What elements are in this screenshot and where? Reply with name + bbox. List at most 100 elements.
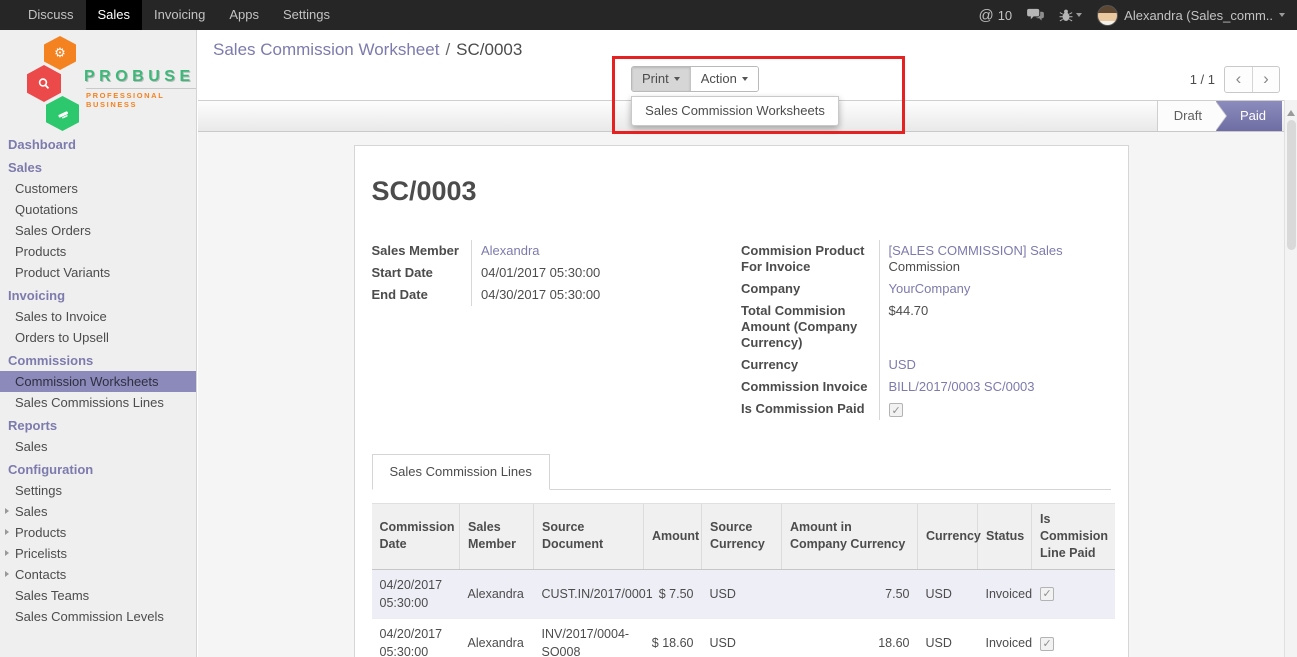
pager-buttons: ‹ › [1224, 66, 1280, 93]
toolbar-buttons: Print Action [631, 66, 759, 92]
commission-product-link[interactable]: [SALES COMMISSION] Sales [889, 243, 1063, 258]
user-menu[interactable]: Alexandra (Sales_comm.. [1097, 5, 1285, 26]
sidebar-header-commissions[interactable]: Commissions [0, 348, 196, 371]
magnifier-icon [36, 76, 52, 92]
scroll-up-arrow-icon[interactable] [1287, 110, 1295, 116]
header-status[interactable]: Status [978, 504, 1032, 570]
header-source-document[interactable]: Source Document [534, 504, 644, 570]
sidebar-item-contacts[interactable]: Contacts [0, 564, 196, 585]
menu-sales[interactable]: Sales [86, 0, 143, 30]
dropdown-item-sales-commission-worksheets[interactable]: Sales Commission Worksheets [632, 97, 838, 125]
sidebar-header-sales[interactable]: Sales [0, 155, 196, 178]
table-row[interactable]: 04/20/2017 05:30:00 Alexandra CUST.IN/20… [372, 569, 1115, 618]
end-date-value: 04/30/2017 05:30:00 [472, 284, 742, 306]
sidebar-item-config-products[interactable]: Products [0, 522, 196, 543]
sidebar-item-quotations[interactable]: Quotations [0, 199, 196, 220]
sidebar-item-sales-to-invoice[interactable]: Sales to Invoice [0, 306, 196, 327]
sidebar-item-pricelists[interactable]: Pricelists [0, 543, 196, 564]
line-paid-checkbox[interactable] [1040, 587, 1054, 601]
sidebar-header-invoicing[interactable]: Invoicing [0, 283, 196, 306]
status-draft[interactable]: Draft [1157, 101, 1216, 131]
field-column-left: Sales Member Alexandra Start Date 04/01/… [372, 240, 742, 420]
sidebar-item-sales-orders[interactable]: Sales Orders [0, 220, 196, 241]
field-column-right: Commision Product For Invoice [SALES COM… [741, 240, 1111, 420]
header-is-commission-line-paid[interactable]: Is Commision Line Paid [1032, 504, 1115, 570]
commission-invoice-link[interactable]: BILL/2017/0003 SC/0003 [889, 379, 1035, 394]
header-currency[interactable]: Currency [918, 504, 978, 570]
topbar: Discuss Sales Invoicing Apps Settings @ … [0, 0, 1297, 30]
cell-line-paid [1032, 569, 1115, 618]
field-label-commission-product: Commision Product For Invoice [741, 240, 879, 278]
commission-product-rest: Commission [889, 259, 961, 274]
sidebar-item-sales-teams[interactable]: Sales Teams [0, 585, 196, 606]
sidebar-item-commission-worksheets[interactable]: Commission Worksheets [0, 371, 196, 392]
print-button-label: Print [642, 67, 669, 91]
record-title: SC/0003 [372, 176, 1111, 207]
caret-down-icon [674, 77, 680, 81]
cell-sales-member: Alexandra [460, 618, 534, 657]
pager: 1 / 1 ‹ › [1190, 66, 1280, 93]
form-sheet: SC/0003 Sales Member Alexandra Start Dat… [354, 145, 1129, 657]
logo-hex-magnifier [27, 65, 61, 102]
menu-discuss[interactable]: Discuss [16, 0, 86, 30]
menu-apps[interactable]: Apps [217, 0, 271, 30]
cell-commission-date: 04/20/2017 05:30:00 [372, 569, 460, 618]
chat-button[interactable] [1027, 8, 1044, 22]
sidebar-item-sales-commission-levels[interactable]: Sales Commission Levels [0, 606, 196, 627]
table-row[interactable]: 04/20/2017 05:30:00 Alexandra INV/2017/0… [372, 618, 1115, 657]
header-sales-member[interactable]: Sales Member [460, 504, 534, 570]
sidebar-item-settings[interactable]: Settings [0, 480, 196, 501]
cell-source-document: INV/2017/0004-SO008 [534, 618, 644, 657]
caret-down-icon [1076, 13, 1082, 17]
field-label-start-date: Start Date [372, 262, 472, 284]
cell-commission-date: 04/20/2017 05:30:00 [372, 618, 460, 657]
sidebar-item-orders-to-upsell[interactable]: Orders to Upsell [0, 327, 196, 348]
header-amount-company-currency[interactable]: Amount in Company Currency [782, 504, 918, 570]
gear-icon: ⚙ [54, 45, 66, 61]
sidebar-header-reports[interactable]: Reports [0, 413, 196, 436]
total-commission-value: $44.70 [879, 300, 1111, 354]
tab-sales-commission-lines[interactable]: Sales Commission Lines [372, 454, 550, 490]
sidebar-item-dashboard[interactable]: Dashboard [0, 132, 196, 155]
field-label-commission-invoice: Commission Invoice [741, 376, 879, 398]
caret-down-icon [742, 77, 748, 81]
user-name: Alexandra (Sales_comm.. [1124, 8, 1273, 23]
sidebar-item-reports-sales[interactable]: Sales [0, 436, 196, 457]
statusbar: Draft Paid [1157, 101, 1282, 131]
vertical-scrollbar[interactable] [1284, 100, 1297, 657]
logo-hex-gears: ⚙ [44, 36, 76, 70]
breadcrumb-parent-link[interactable]: Sales Commission Worksheet [213, 40, 439, 59]
cell-status: Invoiced [978, 618, 1032, 657]
currency-link[interactable]: USD [889, 357, 916, 372]
sidebar-header-configuration[interactable]: Configuration [0, 457, 196, 480]
sidebar-item-customers[interactable]: Customers [0, 178, 196, 199]
sidebar-item-sales-commissions-lines[interactable]: Sales Commissions Lines [0, 392, 196, 413]
pager-value: 1 / 1 [1190, 72, 1215, 87]
header-source-currency[interactable]: Source Currency [702, 504, 782, 570]
cell-status: Invoiced [978, 569, 1032, 618]
sidebar-item-config-sales[interactable]: Sales [0, 501, 196, 522]
debug-menu[interactable] [1059, 8, 1082, 22]
company-logo: ⚙ PROBUSE PROFESSIONAL BUSINESS [0, 30, 196, 132]
cell-source-currency: USD [702, 618, 782, 657]
print-button[interactable]: Print [632, 67, 690, 91]
topbar-right: @ 10 Alexandra (Sales_comm.. [978, 0, 1297, 30]
menu-settings[interactable]: Settings [271, 0, 342, 30]
is-commission-paid-checkbox[interactable] [889, 403, 903, 417]
scrollbar-thumb[interactable] [1287, 120, 1296, 250]
sidebar-nav: Dashboard Sales Customers Quotations Sal… [0, 132, 196, 627]
company-link[interactable]: YourCompany [889, 281, 971, 296]
menu-invoicing[interactable]: Invoicing [142, 0, 217, 30]
tool-icon [55, 106, 71, 122]
header-amount[interactable]: Amount [644, 504, 702, 570]
pager-previous-button[interactable]: ‹ [1225, 67, 1252, 92]
header-commission-date[interactable]: Commission Date [372, 504, 460, 570]
breadcrumb-current: SC/0003 [456, 40, 522, 59]
sidebar-item-products[interactable]: Products [0, 241, 196, 262]
action-button[interactable]: Action [690, 67, 758, 91]
pager-next-button[interactable]: › [1252, 67, 1279, 92]
sidebar-item-product-variants[interactable]: Product Variants [0, 262, 196, 283]
line-paid-checkbox[interactable] [1040, 637, 1054, 651]
sales-member-link[interactable]: Alexandra [481, 243, 540, 258]
mentions-counter[interactable]: @ 10 [978, 7, 1012, 24]
